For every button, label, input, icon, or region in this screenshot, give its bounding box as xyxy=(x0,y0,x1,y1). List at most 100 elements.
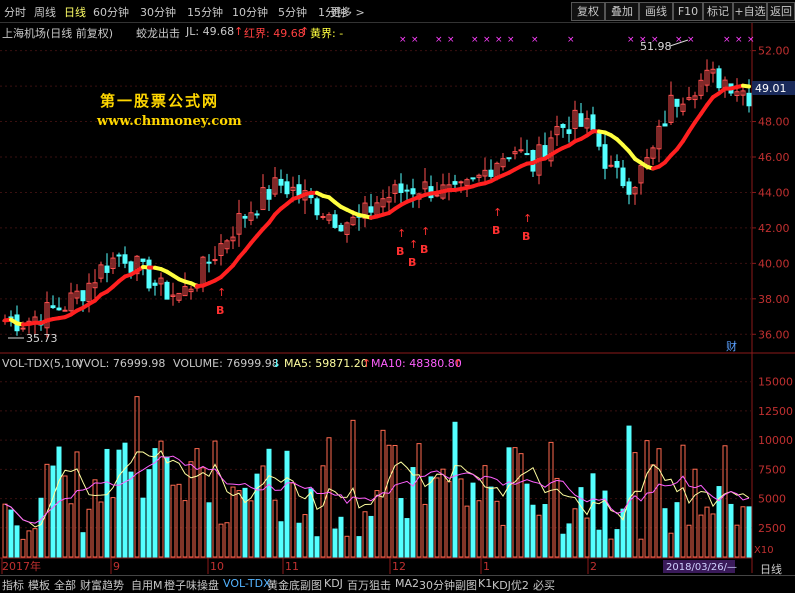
candle-body xyxy=(435,195,439,196)
candle-body xyxy=(123,255,127,263)
candle-body xyxy=(81,291,85,301)
candle-body xyxy=(369,207,373,212)
indicator-name: 蛟龙出击 xyxy=(136,25,180,41)
volume-bar xyxy=(675,503,679,557)
candle-body xyxy=(147,260,151,288)
volume-bar xyxy=(627,426,631,557)
low-price-label: 35.73 xyxy=(26,332,58,345)
volume-bar xyxy=(483,466,487,557)
volume-bar xyxy=(183,501,187,557)
volume-bar xyxy=(501,525,505,557)
buy-arrow-icon: ↑ xyxy=(523,212,532,225)
volume-bar xyxy=(21,539,25,557)
candle-body xyxy=(717,69,721,88)
volume-bar xyxy=(447,481,451,557)
candle-body xyxy=(459,182,463,183)
buy-signal-label: B xyxy=(216,304,224,317)
candle-body xyxy=(591,115,595,130)
volume-bar xyxy=(315,537,319,557)
candle-body xyxy=(561,125,565,128)
volume-value: VOLUME: 76999.98 xyxy=(173,357,279,370)
volume-bar xyxy=(363,512,367,557)
price-tick-label: 48.00 xyxy=(758,116,790,129)
volume-bar xyxy=(273,500,277,557)
candle-body xyxy=(621,168,625,186)
tab-k1[interactable]: K1 xyxy=(478,577,492,590)
tab-vol-tdx[interactable]: VOL-TDX xyxy=(223,577,271,590)
price-tick-label: 44.00 xyxy=(758,186,790,199)
candle-body xyxy=(399,184,403,193)
volume-tick-label: 12500 xyxy=(758,405,793,418)
down-arrow-icon: ↓ xyxy=(272,357,281,370)
volume-panel-header: VOL-TDX(5,10) VVOL: 76999.98 VOLUME: 769… xyxy=(0,355,760,371)
volume-bar xyxy=(597,530,601,557)
volume-bar xyxy=(39,498,43,557)
volume-bar xyxy=(255,474,259,557)
volume-bar xyxy=(567,524,571,557)
volume-bar xyxy=(741,507,745,557)
volume-bar xyxy=(399,499,403,557)
volume-bar xyxy=(237,491,241,557)
volume-bar xyxy=(735,525,739,557)
volume-bar xyxy=(309,489,313,557)
x-axis-label: 9 xyxy=(113,560,120,573)
volume-bar xyxy=(207,503,211,557)
volume-bar xyxy=(345,536,349,557)
candle-body xyxy=(165,282,169,299)
indicator-tab-bar: 指标 模板 全部 财富趋势 自用M 橙子味操盘 VOL-TDX 黄金底副图 KD… xyxy=(0,575,795,592)
volume-bar xyxy=(495,501,499,557)
volume-bar xyxy=(747,507,751,557)
price-panel-header: 上海机场(日线 前复权) 蛟龙出击 JL: 49.68 ↑ 红界: 49.68 … xyxy=(0,23,760,39)
price-tick-label: 36.00 xyxy=(758,328,790,341)
volume-bar xyxy=(531,505,535,557)
candle-body xyxy=(51,306,55,308)
volume-bar xyxy=(477,501,481,557)
volume-bar xyxy=(333,529,337,557)
volume-bar xyxy=(51,466,55,557)
volume-bar xyxy=(651,465,655,557)
buy-arrow-icon: ↑ xyxy=(493,206,502,219)
volume-bar xyxy=(219,524,223,557)
volume-bar xyxy=(429,477,433,557)
volume-bar xyxy=(525,484,529,557)
cursor-date-label: 2018/03/26/— xyxy=(666,562,737,573)
volume-bar xyxy=(195,449,199,557)
candle-body xyxy=(297,185,301,195)
up-arrow-icon: ↑ xyxy=(300,25,309,38)
volume-tick-label: 7500 xyxy=(758,463,786,476)
volume-bar xyxy=(609,539,613,557)
price-tick-label: 42.00 xyxy=(758,222,790,235)
volume-bar xyxy=(291,483,295,557)
volume-bar xyxy=(99,502,103,557)
volume-bar xyxy=(561,534,565,557)
volume-bar xyxy=(441,469,445,557)
volume-bar xyxy=(129,472,133,557)
buy-signal-label: B xyxy=(522,230,530,243)
volume-unit-label: X10 xyxy=(754,545,774,556)
volume-tick-label: 10000 xyxy=(758,434,793,447)
volume-tick-label: 15000 xyxy=(758,376,793,389)
volume-bar xyxy=(681,445,685,557)
price-tick-label: 40.00 xyxy=(758,257,790,270)
buy-signal-label: B xyxy=(420,243,428,256)
candle-body xyxy=(519,150,523,151)
tab-kdj[interactable]: KDJ xyxy=(324,577,343,590)
volume-bar xyxy=(339,517,343,557)
candle-body xyxy=(405,190,409,191)
volume-bar xyxy=(243,488,247,557)
volume-bar xyxy=(165,457,169,557)
volume-bar xyxy=(321,466,325,557)
buy-signal-label: B xyxy=(408,256,416,269)
candle-body xyxy=(207,262,211,263)
chart-canvas[interactable]: 52.0050.0048.0046.0044.0042.0040.0038.00… xyxy=(0,0,795,591)
volume-bar xyxy=(3,504,7,557)
volume-bar xyxy=(633,453,637,557)
x-axis-label: 2017年 xyxy=(2,559,41,573)
x-axis-label: 11 xyxy=(285,560,299,573)
candle-body xyxy=(603,145,607,169)
high-price-label: 51.98 xyxy=(640,40,672,53)
tab-ma2[interactable]: MA2 xyxy=(395,577,419,590)
price-tick-label: 38.00 xyxy=(758,293,790,306)
current-price-label: 49.01 xyxy=(755,82,787,95)
candle-body xyxy=(63,310,67,311)
